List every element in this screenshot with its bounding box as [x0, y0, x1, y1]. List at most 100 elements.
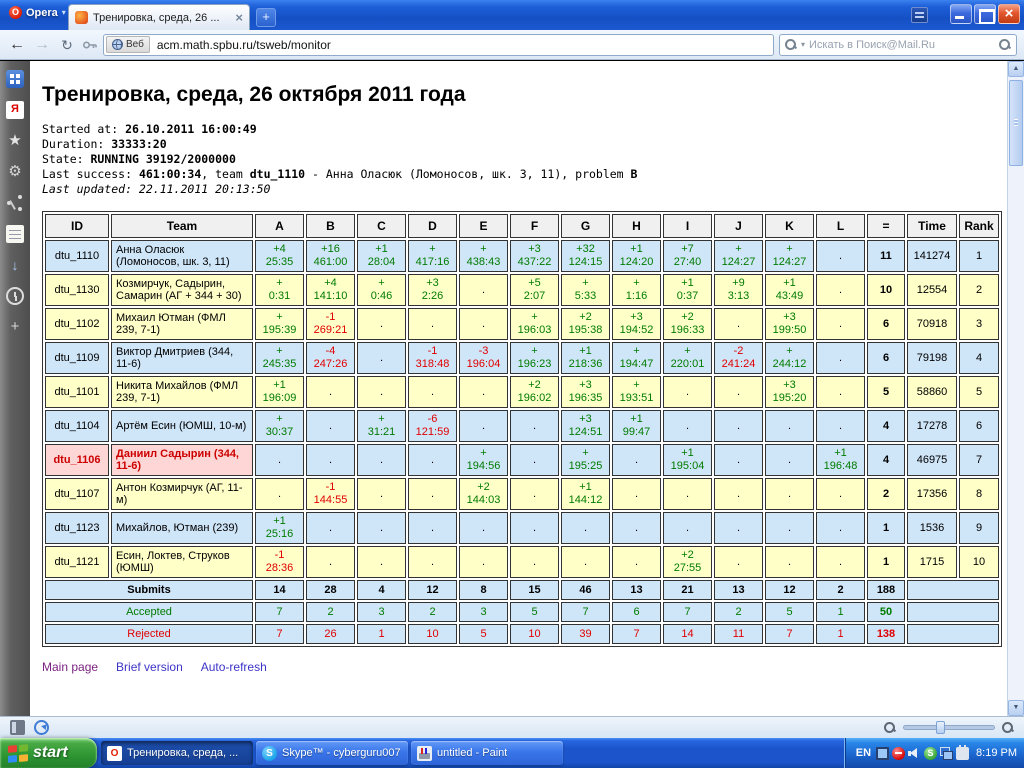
footer-link[interactable]: Auto-refresh	[201, 660, 267, 674]
team-row: dtu_1106 Даниил Садырин (344, 11-6).... +1…	[45, 444, 999, 476]
tab-close-icon[interactable]: ×	[235, 11, 243, 24]
problem-cell: .	[816, 546, 865, 578]
summary-label: Submits	[45, 580, 253, 600]
vertical-scrollbar[interactable]: ▲ ▼	[1007, 61, 1024, 716]
forward-button[interactable]: →	[32, 35, 52, 55]
window-controls	[950, 4, 1020, 24]
search-box[interactable]: ▾	[779, 33, 1017, 56]
zoom-slider-thumb[interactable]	[936, 721, 945, 734]
team-name: Есин, Локтев, Струков (ЮМШ)	[111, 546, 253, 578]
wand-key-icon[interactable]	[82, 37, 98, 53]
power-icon[interactable]	[956, 744, 970, 760]
problem-cell: +1 43:49	[765, 274, 814, 306]
bookmarks-icon[interactable]: ★	[6, 132, 24, 150]
team-id: dtu_1123	[45, 512, 109, 544]
skype-icon[interactable]: S	[924, 746, 938, 760]
add-panel-icon[interactable]: +	[6, 318, 24, 336]
zoom-out-icon[interactable]	[884, 721, 896, 734]
widgets-icon[interactable]: ⚙	[6, 163, 24, 181]
speed-dial-icon[interactable]	[6, 70, 24, 88]
column-header: G	[561, 214, 610, 238]
network-icon[interactable]	[940, 746, 954, 760]
back-button[interactable]: ←	[7, 35, 27, 55]
taskbar-button[interactable]: O Тренировка, среда, ...	[101, 741, 253, 765]
penalty-time: 17278	[907, 410, 957, 442]
problem-cell: -2 241:24	[714, 342, 763, 374]
opera-link-icon[interactable]	[6, 194, 24, 212]
monitor-icon[interactable]	[876, 746, 890, 760]
volume-icon[interactable]	[908, 747, 921, 760]
problem-cell: .	[510, 512, 559, 544]
scrollbar-thumb[interactable]	[1009, 80, 1023, 166]
summary-value: 7	[663, 602, 712, 622]
summary-value: 13	[612, 580, 661, 600]
tab-list-icon[interactable]	[911, 7, 928, 23]
footer-link[interactable]: Main page	[42, 660, 98, 674]
close-button[interactable]	[998, 4, 1020, 24]
problem-cell: .	[714, 512, 763, 544]
zoom-controls	[884, 721, 1014, 734]
problem-cell: .	[408, 478, 457, 510]
new-tab-button[interactable]: +	[256, 8, 276, 27]
problem-cell: +31:21	[357, 410, 406, 442]
search-input[interactable]	[809, 38, 995, 51]
solved-count: 11	[867, 240, 905, 272]
scrollbar-track[interactable]	[1008, 77, 1024, 700]
taskbar-button[interactable]: S Skype™ - cyberguru007	[256, 741, 408, 765]
search-go-icon[interactable]	[999, 38, 1011, 51]
minimize-button[interactable]	[950, 4, 972, 24]
language-indicator[interactable]: EN	[854, 747, 873, 759]
column-header: C	[357, 214, 406, 238]
opera-icon: O	[107, 745, 122, 761]
summary-value: 5	[510, 602, 559, 622]
summary-label: Accepted	[45, 602, 253, 622]
problem-cell: +7 27:40	[663, 240, 712, 272]
maximize-button[interactable]	[974, 4, 996, 24]
reload-button[interactable]: ↻	[57, 35, 77, 55]
downloads-icon[interactable]: ↓	[6, 256, 24, 274]
sync-icon[interactable]	[34, 720, 49, 735]
system-tray: EN S 8:19 PM	[843, 738, 1024, 768]
problem-cell: .	[765, 546, 814, 578]
search-engine-icon[interactable]	[785, 38, 797, 51]
address-bar[interactable]: Веб acm.math.spbu.ru/tsweb/monitor	[103, 33, 774, 56]
problem-cell: .	[714, 308, 763, 340]
taskbar-button[interactable]: untitled - Paint	[411, 741, 563, 765]
problem-cell: +220:01	[663, 342, 712, 374]
team-id: dtu_1106	[45, 444, 109, 476]
browser-tab[interactable]: Тренировка, среда, 26 ... ×	[68, 4, 250, 30]
zoom-slider[interactable]	[903, 721, 995, 734]
problem-cell: .	[408, 444, 457, 476]
footer-link[interactable]: Brief version	[116, 660, 183, 674]
problem-cell: .	[714, 478, 763, 510]
problem-cell: .	[459, 274, 508, 306]
panel-toggle-icon[interactable]	[10, 720, 25, 735]
summary-value: 21	[663, 580, 712, 600]
team-name: Виктор Дмитриев (344, 11-6)	[111, 342, 253, 374]
penalty-time: 70918	[907, 308, 957, 340]
address-scheme-chip[interactable]: Веб	[106, 36, 150, 53]
solved-count: 2	[867, 478, 905, 510]
problem-cell: .	[816, 274, 865, 306]
taskbar-button-label: untitled - Paint	[437, 747, 508, 759]
summary-value: 3	[459, 602, 508, 622]
opera-menu-button[interactable]: O Opera ▾	[5, 4, 70, 21]
scroll-up-icon[interactable]: ▲	[1008, 61, 1024, 77]
history-icon[interactable]	[6, 287, 24, 305]
site-favicon	[75, 11, 88, 24]
team-row: dtu_1109 Виктор Дмитриев (344, 11-6) +245:…	[45, 342, 999, 374]
column-header: K	[765, 214, 814, 238]
contest-info: Started at: 26.10.2011 16:00:49 Duration:…	[42, 122, 1001, 197]
scroll-down-icon[interactable]: ▼	[1008, 700, 1024, 716]
problem-cell: +3 196:35	[561, 376, 610, 408]
start-button[interactable]: start	[0, 738, 97, 768]
notes-icon[interactable]	[6, 225, 24, 243]
zoom-in-icon[interactable]	[1002, 721, 1014, 734]
solved-count: 6	[867, 342, 905, 374]
yandex-icon[interactable]: Я	[6, 101, 24, 119]
team-name: Антон Козмирчук (АГ, 11-м)	[111, 478, 253, 510]
alert-icon[interactable]	[892, 746, 906, 760]
search-engine-dropdown-icon[interactable]: ▾	[801, 40, 805, 49]
problem-cell: +245:35	[255, 342, 304, 374]
column-header: =	[867, 214, 905, 238]
